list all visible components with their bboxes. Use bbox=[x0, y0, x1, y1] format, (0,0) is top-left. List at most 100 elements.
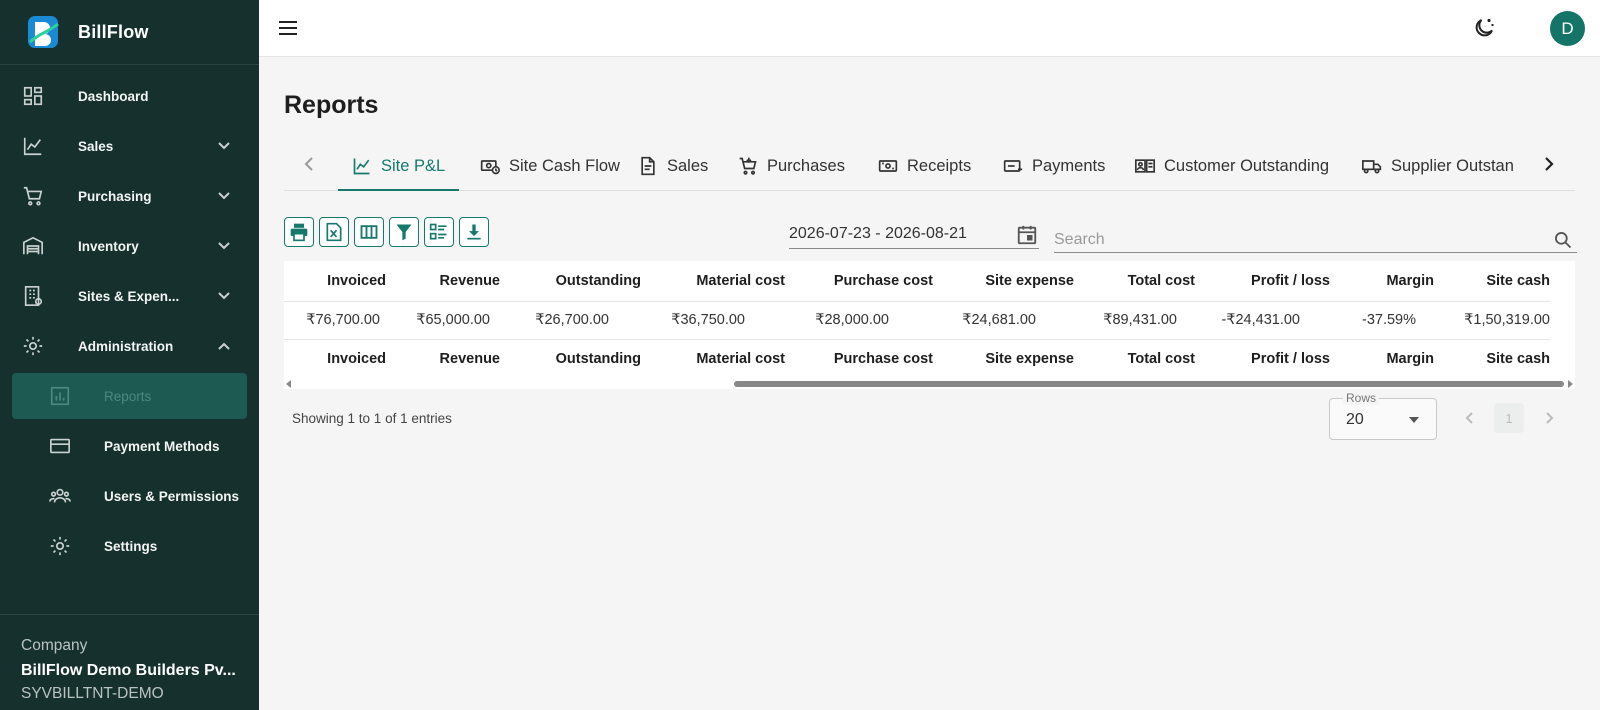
building-icon bbox=[22, 285, 44, 307]
chevron-down-icon bbox=[218, 292, 230, 300]
export-excel-button[interactable] bbox=[319, 217, 349, 247]
gear-icon bbox=[48, 535, 72, 557]
date-range-field[interactable]: 2026-07-23 - 2026-08-21 bbox=[789, 225, 1039, 249]
column-header[interactable]: Profit / loss bbox=[1195, 261, 1330, 301]
sidebar-item-label: Reports bbox=[104, 388, 152, 404]
horizontal-scrollbar[interactable] bbox=[284, 379, 1575, 389]
tab-customer-outstanding[interactable]: Customer Outstanding bbox=[1135, 142, 1329, 190]
brand[interactable]: BillFlow bbox=[0, 0, 259, 65]
column-header[interactable]: Site expense bbox=[933, 261, 1074, 301]
column-header[interactable]: Revenue bbox=[386, 261, 500, 301]
company-code: SYVBILLTNT-DEMO bbox=[21, 685, 164, 702]
column-header[interactable]: Outstanding bbox=[500, 261, 641, 301]
table-row[interactable]: ₹76,700.00 ₹65,000.00 ₹26,700.00 ₹36,750… bbox=[284, 300, 1550, 340]
column-footer: Outstanding bbox=[555, 351, 641, 368]
filter-icon bbox=[396, 224, 412, 241]
column-footer: Site expense bbox=[985, 351, 1074, 368]
site-pl-table: Invoiced Revenue Outstanding Material co… bbox=[284, 261, 1550, 379]
sidebar-item-dashboard[interactable]: Dashboard bbox=[0, 71, 259, 121]
column-footer: Margin bbox=[1386, 351, 1434, 368]
tabs-scroller: Site P&L Site Cash Flow Sales Purchases … bbox=[338, 142, 1516, 191]
billflow-logo-icon bbox=[28, 16, 59, 48]
print-icon bbox=[290, 223, 308, 242]
tab-supplier-outstanding[interactable]: Supplier Outstan bbox=[1362, 142, 1514, 190]
cart-icon bbox=[739, 157, 757, 175]
chevron-down-icon bbox=[218, 142, 230, 150]
sidebar-item-reports[interactable]: Reports bbox=[12, 373, 247, 419]
dashboard-icon bbox=[22, 85, 44, 107]
chevron-left-icon[interactable] bbox=[300, 154, 320, 174]
tab-label: Customer Outstanding bbox=[1164, 156, 1330, 175]
sidebar-item-inventory[interactable]: Inventory bbox=[0, 221, 259, 271]
table-cell: ₹26,700.00 bbox=[500, 300, 641, 340]
bar-chart-icon bbox=[48, 385, 72, 407]
download-icon bbox=[467, 224, 481, 240]
cart-icon bbox=[22, 185, 44, 207]
user-avatar[interactable]: D bbox=[1550, 11, 1585, 46]
column-header[interactable]: Material cost bbox=[641, 261, 785, 301]
document-icon bbox=[641, 156, 655, 176]
company-info: Company BillFlow Demo Builders Pv... SYV… bbox=[0, 614, 259, 703]
table-cell: ₹28,000.00 bbox=[785, 300, 933, 340]
tab-payments[interactable]: Payments bbox=[1003, 142, 1105, 190]
table-cell: -₹24,431.00 bbox=[1195, 300, 1330, 340]
sidebar-item-label: Sales bbox=[78, 138, 114, 154]
sidebar: BillFlow Dashboard Sales Purchasing Inve… bbox=[0, 0, 259, 710]
sidebar-item-users-permissions[interactable]: Users & Permissions bbox=[0, 471, 259, 521]
hamburger-menu-icon[interactable] bbox=[277, 17, 299, 39]
search-icon[interactable] bbox=[1553, 230, 1573, 250]
tab-purchases[interactable]: Purchases bbox=[738, 142, 845, 190]
column-header[interactable]: Purchase cost bbox=[785, 261, 933, 301]
tab-receipts[interactable]: Receipts bbox=[878, 142, 971, 190]
chevron-up-icon bbox=[218, 342, 230, 350]
chevron-right-icon[interactable] bbox=[1538, 154, 1558, 174]
sidebar-item-sales[interactable]: Sales bbox=[0, 121, 259, 171]
table-cell: -37.59% bbox=[1330, 300, 1434, 340]
dark-mode-toggle-icon[interactable] bbox=[1472, 16, 1496, 40]
sidebar-item-label: Purchasing bbox=[78, 188, 152, 204]
scroll-right-arrow-icon[interactable] bbox=[1568, 380, 1573, 388]
column-header[interactable]: Site cash bbox=[1434, 261, 1550, 301]
tab-label: Site P&L bbox=[381, 156, 446, 175]
column-header[interactable]: Invoiced bbox=[284, 261, 386, 301]
entries-info: Showing 1 to 1 of 1 entries bbox=[292, 411, 452, 426]
page-number-button[interactable]: 1 bbox=[1494, 403, 1524, 433]
tab-label: Receipts bbox=[907, 156, 972, 175]
sidebar-item-sites-expenses[interactable]: Sites & Expen... bbox=[0, 271, 259, 321]
sidebar-item-purchasing[interactable]: Purchasing bbox=[0, 171, 259, 221]
brand-name: BillFlow bbox=[78, 21, 149, 42]
download-button[interactable] bbox=[459, 217, 489, 247]
column-footer: Profit / loss bbox=[1251, 351, 1330, 368]
customer-icon bbox=[1135, 159, 1155, 173]
table-cell: ₹76,700.00 bbox=[284, 300, 386, 340]
column-header[interactable]: Total cost bbox=[1074, 261, 1195, 301]
column-header[interactable]: Margin bbox=[1330, 261, 1434, 301]
tab-site-pl[interactable]: Site P&L bbox=[338, 142, 460, 191]
cash-flow-icon bbox=[480, 160, 500, 175]
sidebar-item-label: Users & Permissions bbox=[104, 488, 240, 504]
users-icon bbox=[48, 485, 72, 507]
chart-line-icon bbox=[353, 158, 370, 175]
column-footer: Material cost bbox=[696, 351, 785, 368]
tab-label: Sales bbox=[667, 156, 709, 175]
print-button[interactable] bbox=[284, 217, 314, 247]
search-input[interactable] bbox=[1054, 228, 1577, 253]
next-page-icon[interactable] bbox=[1539, 408, 1559, 428]
filter-button[interactable] bbox=[389, 217, 419, 247]
previous-page-icon[interactable] bbox=[1460, 408, 1480, 428]
calendar-icon[interactable] bbox=[1016, 224, 1038, 246]
truck-icon bbox=[1362, 160, 1382, 174]
tab-site-cash-flow[interactable]: Site Cash Flow bbox=[480, 142, 620, 190]
tab-sales[interactable]: Sales bbox=[638, 142, 708, 190]
density-button[interactable] bbox=[424, 217, 454, 247]
sidebar-item-label: Dashboard bbox=[78, 88, 149, 104]
company-name: BillFlow Demo Builders Pv... bbox=[21, 662, 236, 679]
report-table: Invoiced Revenue Outstanding Material co… bbox=[284, 261, 1575, 379]
sidebar-item-administration[interactable]: Administration bbox=[0, 321, 259, 371]
scroll-left-arrow-icon[interactable] bbox=[286, 380, 291, 388]
scrollbar-thumb[interactable] bbox=[734, 381, 1564, 387]
sidebar-item-settings[interactable]: Settings bbox=[0, 521, 259, 571]
tab-label: Site Cash Flow bbox=[509, 156, 620, 175]
sidebar-item-payment-methods[interactable]: Payment Methods bbox=[0, 421, 259, 471]
columns-button[interactable] bbox=[354, 217, 384, 247]
